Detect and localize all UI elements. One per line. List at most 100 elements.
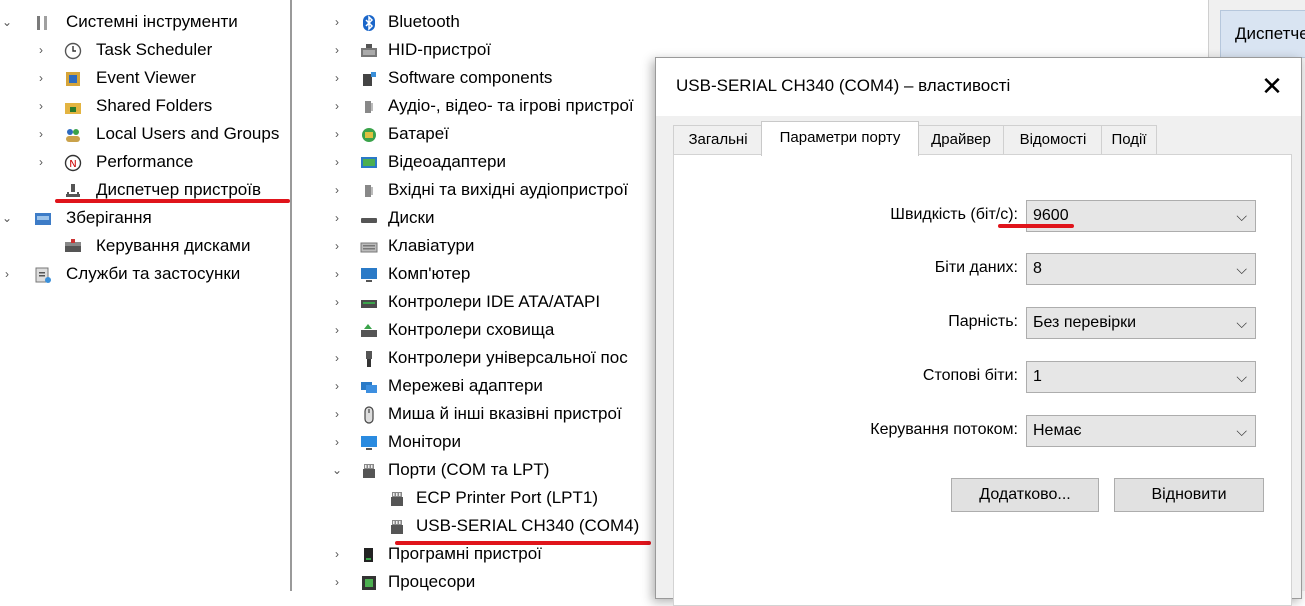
device-tree-item[interactable]: › Bluetooth (330, 8, 670, 36)
device-tree-item-label: Software components (388, 68, 553, 87)
chevron-right-icon[interactable]: › (330, 176, 344, 204)
device-tree-item[interactable]: › Миша й інші вказівні пристрої (330, 400, 670, 428)
bluetooth-icon (360, 13, 378, 31)
tab-general[interactable]: Загальні (673, 125, 763, 154)
device-tree-item[interactable]: › Диски (330, 204, 670, 232)
tab-driver[interactable]: Драйвер (917, 125, 1005, 154)
device-tree-item-label: USB-SERIAL CH340 (COM4) (416, 516, 640, 535)
chevron-right-icon[interactable]: › (330, 64, 344, 92)
chevron-right-icon[interactable]: › (34, 92, 48, 120)
device-tree-item[interactable]: › Вхідні та вихідні аудіопристрої (330, 176, 670, 204)
chevron-right-icon[interactable]: › (330, 120, 344, 148)
chevron-down-icon[interactable]: ⌄ (0, 204, 14, 232)
device-tree-item[interactable]: › Мережеві адаптери (330, 372, 670, 400)
chevron-right-icon[interactable]: › (330, 92, 344, 120)
port-icon (360, 461, 378, 479)
stop-bits-select[interactable]: 1 ⌵ (1026, 361, 1256, 393)
chevron-right-icon[interactable]: › (34, 148, 48, 176)
speaker-icon (360, 181, 378, 199)
software-components-icon (360, 69, 378, 87)
data-bits-select[interactable]: 8 ⌵ (1026, 253, 1256, 285)
hid-icon (360, 41, 378, 59)
advanced-button[interactable]: Додатково... (951, 478, 1099, 512)
chevron-right-icon[interactable]: › (330, 36, 344, 64)
parity-select[interactable]: Без перевірки ⌵ (1026, 307, 1256, 339)
chevron-right-icon[interactable]: › (330, 372, 344, 400)
display-adapter-icon (360, 153, 378, 171)
dialog-title-bar[interactable]: USB-SERIAL CH340 (COM4) – властивості ✕ (656, 58, 1301, 116)
device-tree-item[interactable]: › HID-пристрої (330, 36, 670, 64)
data-bits-label: Біти даних: (934, 259, 1018, 276)
software-device-icon (360, 545, 378, 563)
flow-control-label: Керування потоком: (870, 421, 1018, 438)
device-tree-item[interactable]: › Контролери сховища (330, 316, 670, 344)
device-tree-item[interactable]: USB-SERIAL CH340 (COM4) (330, 512, 670, 540)
console-tree-item[interactable]: › Task Scheduler (0, 36, 290, 64)
disk-drive-icon (360, 209, 378, 227)
baud-rate-label: Швидкість (біт/с): (890, 206, 1018, 223)
keyboard-icon (360, 237, 378, 255)
chevron-right-icon[interactable]: › (330, 204, 344, 232)
device-tree-item[interactable]: › Контролери IDE ATA/ATAPI (330, 288, 670, 316)
device-tree-item-label: Bluetooth (388, 12, 460, 31)
port-icon (388, 489, 406, 507)
chevron-right-icon[interactable]: › (330, 540, 344, 568)
device-tree-item-label: Процесори (388, 572, 476, 591)
device-tree-item-label: Аудіо-, відео- та ігрові пристрої (388, 96, 634, 115)
flow-control-select[interactable]: Немає ⌵ (1026, 415, 1256, 447)
tab-events[interactable]: Події (1101, 125, 1157, 154)
device-tree-item[interactable]: ECP Printer Port (LPT1) (330, 484, 670, 512)
restore-defaults-button[interactable]: Відновити (1114, 478, 1264, 512)
device-tree-item-label: Комп'ютер (388, 264, 471, 283)
chevron-right-icon[interactable]: › (330, 568, 344, 596)
chevron-down-icon[interactable]: ⌄ (330, 456, 344, 484)
console-tree-item[interactable]: ⌄ Системні інструменти (0, 8, 290, 36)
console-tree-item[interactable]: › Event Viewer (0, 64, 290, 92)
console-tree-item[interactable]: › Shared Folders (0, 92, 290, 120)
console-tree-item[interactable]: › N Performance (0, 148, 290, 176)
device-tree-item[interactable]: › Контролери універсальної пос (330, 344, 670, 372)
console-tree-item[interactable]: › Служби та застосунки (0, 260, 290, 288)
chevron-right-icon[interactable]: › (330, 316, 344, 344)
chevron-right-icon[interactable]: › (330, 428, 344, 456)
chevron-right-icon[interactable]: › (330, 8, 344, 36)
chevron-down-icon: ⌵ (1236, 261, 1247, 277)
device-tree-item[interactable]: ⌄ Порти (COM та LPT) (330, 456, 670, 484)
console-tree-item[interactable]: › Local Users and Groups (0, 120, 290, 148)
chevron-right-icon[interactable]: › (330, 288, 344, 316)
console-tree-item-label: Служби та застосунки (66, 264, 241, 283)
console-tree-item[interactable]: Керування дисками (0, 232, 290, 260)
device-tree-item[interactable]: › Аудіо-, відео- та ігрові пристрої (330, 92, 670, 120)
pane-splitter[interactable] (290, 0, 292, 591)
chevron-right-icon[interactable]: › (34, 64, 48, 92)
parity-value: Без перевірки (1033, 314, 1137, 331)
device-tree-item[interactable]: › Монітори (330, 428, 670, 456)
chevron-right-icon[interactable]: › (330, 148, 344, 176)
device-tree-item[interactable]: › Комп'ютер (330, 260, 670, 288)
tab-details[interactable]: Відомості (1003, 125, 1103, 154)
highlight-underline-com4 (395, 541, 651, 545)
console-tree-item-label: Task Scheduler (96, 40, 213, 59)
device-tree-item[interactable]: › Software components (330, 64, 670, 92)
actions-header-device-manager[interactable]: Диспетчер пристроїв (1220, 10, 1305, 58)
close-icon[interactable]: ✕ (1254, 68, 1290, 104)
monitor-icon (360, 433, 378, 451)
device-tree-item[interactable]: › Процесори (330, 568, 670, 596)
chevron-down-icon[interactable]: ⌄ (0, 8, 14, 36)
device-tree-item[interactable]: › Батареї (330, 120, 670, 148)
console-tree-item[interactable]: ⌄ Зберігання (0, 204, 290, 232)
chevron-right-icon[interactable]: › (330, 400, 344, 428)
chevron-right-icon[interactable]: › (330, 232, 344, 260)
tab-port-settings[interactable]: Параметри порту (761, 121, 919, 156)
chevron-right-icon[interactable]: › (34, 120, 48, 148)
device-tree-item[interactable]: › Відеоадаптери (330, 148, 670, 176)
port-settings-panel: Швидкість (біт/с): 9600 ⌵ Біти даних: 8 … (673, 154, 1292, 606)
services-icon (34, 265, 52, 283)
tools-icon (34, 13, 52, 31)
chevron-down-icon: ⌵ (1236, 315, 1247, 331)
device-tree-item[interactable]: › Клавіатури (330, 232, 670, 260)
chevron-right-icon[interactable]: › (34, 36, 48, 64)
chevron-right-icon[interactable]: › (330, 260, 344, 288)
chevron-right-icon[interactable]: › (330, 344, 344, 372)
chevron-right-icon[interactable]: › (0, 260, 14, 288)
